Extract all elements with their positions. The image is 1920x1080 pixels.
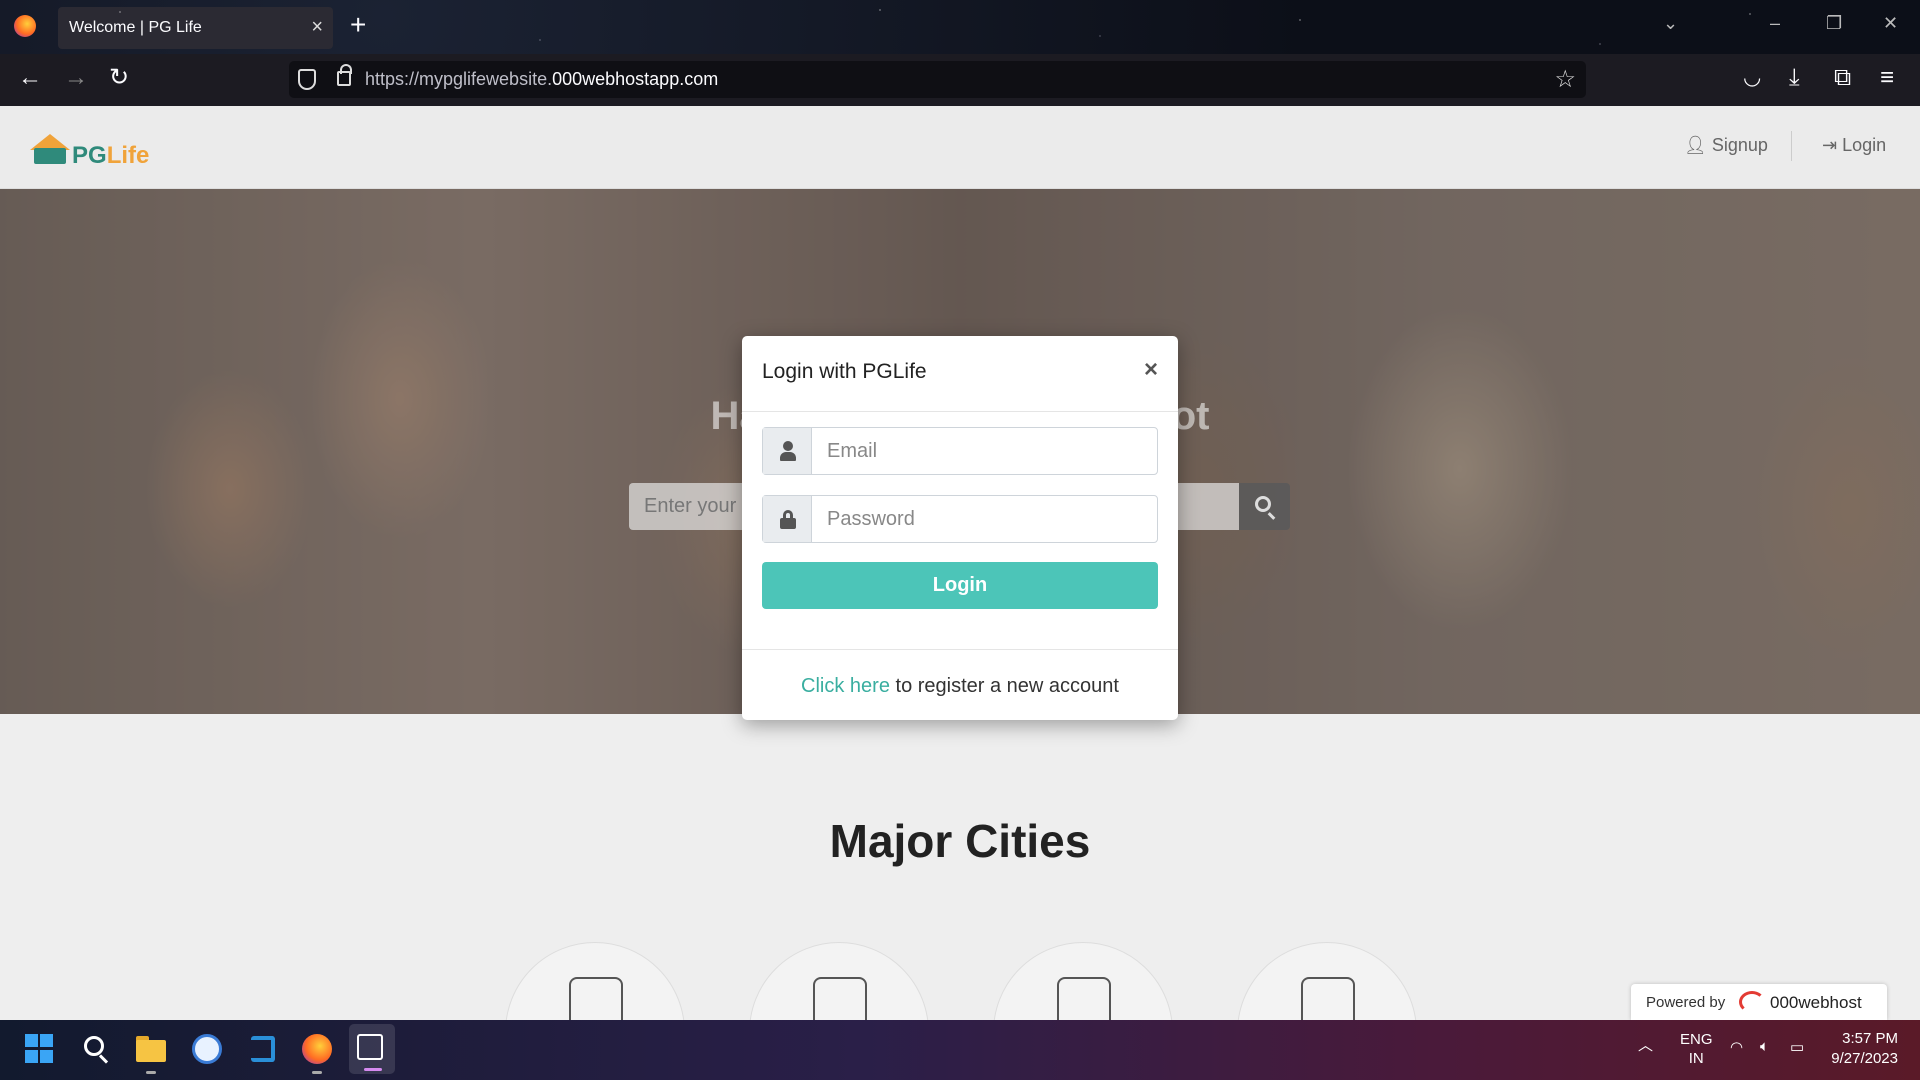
tab-title: Welcome | PG Life bbox=[69, 19, 202, 36]
sign-in-icon: ⇥ bbox=[1822, 135, 1838, 155]
signup-link[interactable]: 👤︎ Signup bbox=[1684, 135, 1768, 156]
email-addon bbox=[763, 428, 812, 474]
bookmark-star-icon[interactable]: ☆ bbox=[1554, 65, 1576, 94]
city-card-bengaluru[interactable] bbox=[993, 942, 1173, 1020]
restore-icon[interactable]: ❐ bbox=[1826, 13, 1842, 34]
pglife-logo[interactable]: PGLife bbox=[30, 130, 150, 170]
search-icon[interactable] bbox=[82, 1034, 112, 1064]
register-link[interactable]: Click here bbox=[801, 675, 890, 697]
powered-by-badge[interactable]: Powered by 000webhost bbox=[1631, 984, 1887, 1020]
vscode-icon[interactable] bbox=[248, 1034, 278, 1064]
password-input[interactable] bbox=[813, 496, 1157, 542]
modal-footer-divider bbox=[742, 649, 1178, 650]
url-text[interactable]: https://mypglifewebsite.000webhostapp.co… bbox=[365, 69, 718, 90]
tab-welcome[interactable]: Welcome | PG Life × bbox=[58, 7, 333, 49]
lock-icon bbox=[780, 510, 796, 529]
active-indicator bbox=[364, 1068, 382, 1071]
volume-icon[interactable]: 🔈︎ bbox=[1760, 1038, 1769, 1055]
web-page: PGLife 👤︎ Signup ⇥ Login Ha ot Enter your… bbox=[0, 106, 1920, 1020]
clock[interactable]: 3:57 PM 9/27/2023 bbox=[1831, 1029, 1898, 1069]
india-gate-icon bbox=[569, 977, 623, 1020]
gateway-icon bbox=[813, 977, 867, 1020]
modal-title: Login with PGLife bbox=[762, 360, 927, 383]
major-cities-title: Major Cities bbox=[829, 815, 1091, 867]
battery-icon[interactable]: ▭ bbox=[1790, 1038, 1804, 1056]
snipping-tool-active[interactable] bbox=[349, 1024, 395, 1074]
shield-icon[interactable] bbox=[298, 69, 316, 90]
search-button[interactable] bbox=[1239, 483, 1290, 530]
reload-icon[interactable]: ↻ bbox=[109, 66, 129, 90]
logo-pg-text: PG bbox=[72, 142, 107, 169]
house-icon bbox=[30, 134, 70, 164]
clock-date: 9/27/2023 bbox=[1831, 1050, 1898, 1067]
windows-start-icon[interactable] bbox=[25, 1034, 55, 1064]
file-explorer-icon[interactable] bbox=[136, 1034, 166, 1064]
wifi-icon[interactable]: ◠ bbox=[1730, 1038, 1743, 1056]
firefox-taskbar-icon[interactable] bbox=[302, 1034, 332, 1064]
language-indicator[interactable]: ENG IN bbox=[1680, 1030, 1713, 1068]
extensions-icon[interactable]: ⧉ bbox=[1834, 66, 1851, 90]
running-indicator bbox=[312, 1071, 322, 1074]
charminar-icon bbox=[1301, 977, 1355, 1020]
signup-label: Signup bbox=[1711, 135, 1768, 155]
login-label: Login bbox=[1842, 135, 1887, 155]
clock-time: 3:57 PM bbox=[1842, 1030, 1898, 1047]
register-text: to register a new account bbox=[889, 675, 1119, 697]
browser-tab-bar: Welcome | PG Life × + ⌄ – ❐ ✕ bbox=[0, 0, 1920, 54]
modal-close-icon[interactable]: × bbox=[1144, 356, 1158, 384]
logo-life-text: Life bbox=[106, 142, 150, 169]
user-icon: 👤︎ bbox=[1684, 135, 1707, 155]
firefox-icon[interactable] bbox=[14, 15, 36, 37]
000webhost-logo-icon bbox=[1739, 991, 1765, 1013]
login-modal: Login with PGLife × Login Click here to … bbox=[742, 336, 1178, 720]
email-input[interactable] bbox=[813, 428, 1157, 474]
nav-divider bbox=[1791, 131, 1792, 161]
browser-nav-bar: ← → ↻ https://mypglifewebsite.000webhost… bbox=[0, 54, 1920, 106]
menu-icon[interactable]: ≡ bbox=[1880, 66, 1894, 90]
modal-footer: Click here to register a new account bbox=[742, 675, 1178, 698]
new-tab-icon[interactable]: + bbox=[350, 11, 366, 39]
tray-overflow-icon[interactable]: ︿ bbox=[1638, 1034, 1653, 1055]
running-indicator bbox=[146, 1071, 156, 1074]
lock-icon[interactable] bbox=[337, 64, 352, 86]
minimize-icon[interactable]: – bbox=[1770, 13, 1780, 34]
taskbar: ︿ ENG IN ◠ 🔈︎ ▭ 3:57 PM 9/27/2023 bbox=[0, 1020, 1920, 1080]
vidhana-soudha-icon bbox=[1057, 977, 1111, 1020]
downloads-icon[interactable]: ⤓ bbox=[1789, 66, 1800, 90]
password-addon bbox=[763, 496, 812, 542]
password-field bbox=[762, 495, 1158, 543]
email-field bbox=[762, 427, 1158, 475]
app-store-icon[interactable] bbox=[192, 1034, 222, 1064]
login-button[interactable]: Login bbox=[762, 562, 1158, 609]
site-header: PGLife 👤︎ Signup ⇥ Login bbox=[0, 106, 1920, 189]
snipping-tool-icon bbox=[357, 1034, 383, 1060]
forward-icon[interactable]: → bbox=[64, 66, 88, 90]
pocket-icon[interactable]: ◡ bbox=[1743, 66, 1761, 90]
tab-list-icon[interactable]: ⌄ bbox=[1663, 13, 1678, 34]
powered-brand: 000webhost bbox=[1770, 993, 1862, 1012]
user-icon bbox=[780, 441, 796, 461]
powered-by-text: Powered by bbox=[1646, 994, 1726, 1011]
address-bar[interactable]: https://mypglifewebsite.000webhostapp.co… bbox=[289, 61, 1586, 98]
search-icon bbox=[1255, 496, 1271, 512]
tab-close-icon[interactable]: × bbox=[311, 16, 323, 39]
city-card-delhi[interactable] bbox=[505, 942, 685, 1020]
modal-divider bbox=[742, 411, 1178, 412]
back-icon[interactable]: ← bbox=[18, 66, 42, 90]
window-close-icon[interactable]: ✕ bbox=[1883, 13, 1898, 34]
login-link[interactable]: ⇥ Login bbox=[1822, 135, 1886, 156]
city-card-hyderabad[interactable] bbox=[1237, 942, 1417, 1020]
city-card-mumbai[interactable] bbox=[749, 942, 929, 1020]
